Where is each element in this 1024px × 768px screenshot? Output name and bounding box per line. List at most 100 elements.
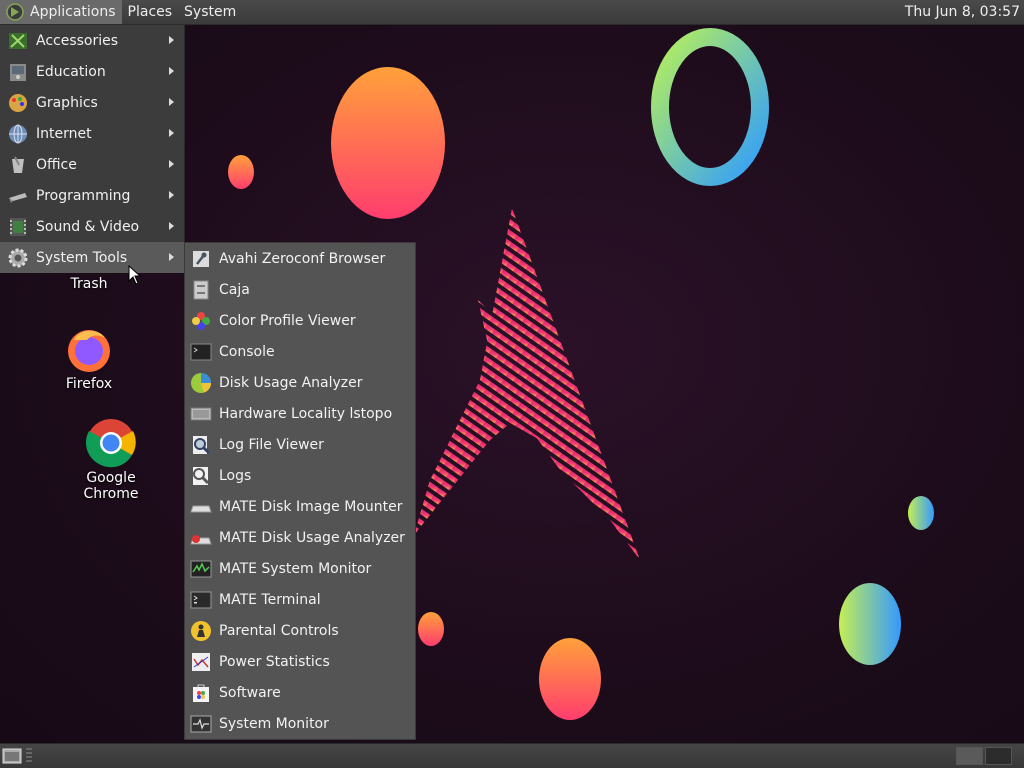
submenu-item-hardware-locality[interactable]: Hardware Locality lstopo xyxy=(185,398,415,429)
submenu-arrow-icon xyxy=(169,67,174,75)
disk-image-mounter-icon xyxy=(190,505,212,512)
software-icon xyxy=(193,684,209,702)
power-statistics-icon xyxy=(192,652,210,671)
submenu-item-console[interactable]: Console xyxy=(185,336,415,367)
submenu-arrow-icon xyxy=(169,222,174,230)
sound-video-icon xyxy=(10,217,26,236)
submenu-item-software[interactable]: Software xyxy=(185,677,415,708)
education-icon xyxy=(10,63,26,81)
system-monitor-icon xyxy=(190,715,212,732)
submenu-item-mate-terminal[interactable]: MATE Terminal xyxy=(185,584,415,615)
submenu-item-label: MATE Disk Usage Analyzer xyxy=(219,529,405,546)
applications-label: Applications xyxy=(30,4,116,20)
system-tools-submenu: Avahi Zeroconf Browser Caja Color Profil… xyxy=(184,242,416,740)
panel-grip[interactable] xyxy=(26,748,32,764)
menu-item-graphics[interactable]: Graphics xyxy=(0,87,184,118)
submenu-item-log-file-viewer[interactable]: Log File Viewer xyxy=(185,429,415,460)
submenu-item-disk-usage-analyzer[interactable]: Disk Usage Analyzer xyxy=(185,367,415,398)
submenu-item-label: Color Profile Viewer xyxy=(219,312,356,329)
graphics-icon xyxy=(9,93,27,112)
menu-item-label: Internet xyxy=(36,125,92,142)
submenu-item-disk-image-mounter[interactable]: MATE Disk Image Mounter xyxy=(185,491,415,522)
workspace-1[interactable] xyxy=(956,747,983,765)
chrome-label: Google Chrome xyxy=(83,470,139,502)
submenu-item-label: Disk Usage Analyzer xyxy=(219,374,363,391)
color-profile-icon xyxy=(192,311,210,330)
menu-item-label: Education xyxy=(36,63,106,80)
top-panel: Applications Places System Thu Jun 8, 03… xyxy=(0,0,1024,25)
logs-icon xyxy=(193,466,210,485)
submenu-arrow-icon xyxy=(169,191,174,199)
submenu-item-label: Log File Viewer xyxy=(219,436,324,453)
menu-item-office[interactable]: Office xyxy=(0,149,184,180)
trash-label: Trash xyxy=(70,276,108,292)
submenu-item-system-monitor[interactable]: System Monitor xyxy=(185,708,415,739)
submenu-arrow-icon xyxy=(169,36,174,44)
mate-disk-usage-icon xyxy=(190,534,212,544)
programming-icon xyxy=(9,192,27,203)
menu-item-label: Accessories xyxy=(36,32,119,49)
internet-icon xyxy=(9,124,27,143)
desktop-icon-trash[interactable]: Trash xyxy=(60,276,118,292)
submenu-item-label: Caja xyxy=(219,281,250,298)
parental-controls-icon xyxy=(191,620,211,641)
system-menu-button[interactable]: System xyxy=(178,0,242,24)
firefox-icon xyxy=(68,330,110,372)
submenu-item-label: Console xyxy=(219,343,275,360)
mate-logo-icon xyxy=(6,3,24,21)
chrome-icon xyxy=(86,419,136,468)
mouse-cursor-icon xyxy=(128,265,142,285)
submenu-arrow-icon xyxy=(169,160,174,168)
menu-item-label: Office xyxy=(36,156,77,173)
submenu-item-label: MATE System Monitor xyxy=(219,560,372,577)
menu-item-sound-video[interactable]: Sound & Video xyxy=(0,211,184,242)
disk-usage-icon xyxy=(191,372,211,393)
submenu-item-power-statistics[interactable]: Power Statistics xyxy=(185,646,415,677)
menu-item-label: Sound & Video xyxy=(36,218,140,235)
submenu-item-caja[interactable]: Caja xyxy=(185,274,415,305)
console-icon xyxy=(190,343,212,360)
firefox-label: Firefox xyxy=(65,376,113,392)
submenu-item-mate-disk-usage[interactable]: MATE Disk Usage Analyzer xyxy=(185,522,415,553)
applications-menu: Accessories Education Graphics Internet … xyxy=(0,25,185,273)
menu-item-programming[interactable]: Programming xyxy=(0,180,184,211)
terminal-icon xyxy=(190,591,212,608)
caja-icon xyxy=(193,280,209,299)
submenu-item-label: Avahi Zeroconf Browser xyxy=(219,250,386,267)
menu-item-label: System Tools xyxy=(36,249,128,266)
submenu-item-label: Logs xyxy=(219,467,252,484)
workspace-2[interactable] xyxy=(985,747,1012,765)
hardware-locality-icon xyxy=(190,407,212,420)
workspace-switcher[interactable] xyxy=(956,747,1012,765)
submenu-item-color-profile-viewer[interactable]: Color Profile Viewer xyxy=(185,305,415,336)
submenu-item-label: System Monitor xyxy=(219,715,329,732)
submenu-item-parental-controls[interactable]: Parental Controls xyxy=(185,615,415,646)
desktop-icon-chrome[interactable]: Google Chrome xyxy=(58,418,164,502)
menu-item-system-tools[interactable]: System Tools xyxy=(0,242,184,273)
submenu-item-logs[interactable]: Logs xyxy=(185,460,415,491)
menu-item-internet[interactable]: Internet xyxy=(0,118,184,149)
submenu-item-avahi[interactable]: Avahi Zeroconf Browser xyxy=(185,243,415,274)
submenu-item-label: Hardware Locality lstopo xyxy=(219,405,393,422)
office-icon xyxy=(12,156,24,173)
system-tools-icon xyxy=(8,248,28,267)
clock[interactable]: Thu Jun 8, 03:57 xyxy=(905,0,1020,24)
bottom-panel xyxy=(0,743,1024,768)
show-desktop-icon[interactable] xyxy=(2,747,22,765)
applications-menu-button[interactable]: Applications xyxy=(0,0,122,24)
submenu-item-label: MATE Disk Image Mounter xyxy=(219,498,403,515)
log-viewer-icon xyxy=(193,435,211,454)
places-menu-button[interactable]: Places xyxy=(122,0,179,24)
menu-item-accessories[interactable]: Accessories xyxy=(0,25,184,56)
accessories-icon xyxy=(9,32,27,49)
mate-system-monitor-icon xyxy=(190,560,212,577)
submenu-item-mate-system-monitor[interactable]: MATE System Monitor xyxy=(185,553,415,584)
submenu-arrow-icon xyxy=(169,129,174,137)
submenu-arrow-icon xyxy=(169,98,174,106)
desktop-icon-firefox[interactable]: Firefox xyxy=(54,326,124,392)
menu-item-education[interactable]: Education xyxy=(0,56,184,87)
avahi-icon xyxy=(193,250,209,267)
menu-item-label: Graphics xyxy=(36,94,98,111)
submenu-item-label: Parental Controls xyxy=(219,622,339,639)
submenu-item-label: Power Statistics xyxy=(219,653,330,670)
